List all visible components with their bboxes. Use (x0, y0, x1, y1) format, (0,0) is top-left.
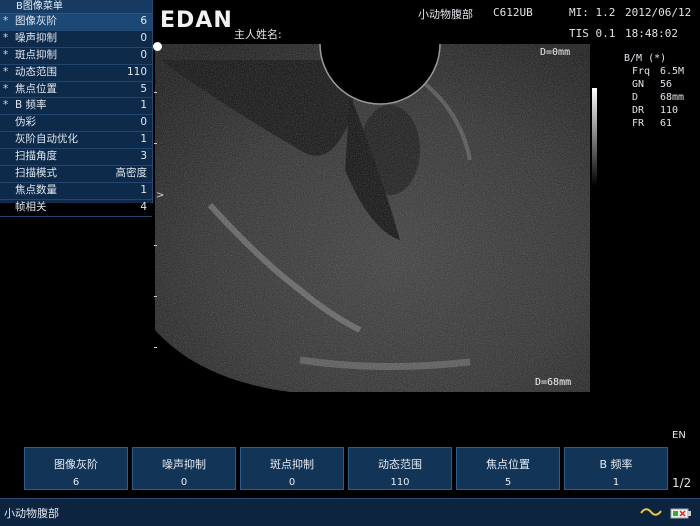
softkey-value: 1 (612, 477, 620, 488)
menu-item-scan-angle[interactable]: 扫描角度 3 (0, 149, 152, 167)
patient-name-label[interactable]: 主人姓名: (234, 26, 282, 42)
menu-item-label: 图像灰阶 (15, 15, 57, 27)
menu-item-label: 动态范围 (15, 65, 57, 78)
menu-mark: * (3, 65, 9, 78)
menu-item-value: 1 (140, 99, 147, 112)
menu-item-dynamic-range[interactable]: * 动态范围 110 (0, 65, 152, 82)
status-bar: 小动物腹部 (0, 498, 700, 526)
menu-item-label: 伪彩 (15, 116, 36, 129)
menu-item-b-frequency[interactable]: * B 频率 1 (0, 98, 152, 116)
softkey-label: 斑点抑制 (270, 458, 314, 471)
menu-item-value: 1 (140, 183, 147, 196)
softkey-value: 6 (72, 477, 80, 488)
imaging-parameters: B/M (*) Frq 6.5M GN 56 D 68mm DR 110 FR … (620, 53, 700, 131)
param-gn: GN 56 (620, 79, 700, 92)
menu-item-gray[interactable]: * 图像灰阶 6 (0, 14, 152, 31)
probe-model: C612UB (493, 6, 533, 19)
menu-item-auto-gray[interactable]: 灰阶自动优化 1 (0, 132, 152, 150)
param-frq: Frq 6.5M (620, 66, 700, 79)
menu-item-label: 焦点数量 (15, 183, 57, 196)
softkey-value: 0 (180, 477, 188, 488)
softkey-gray[interactable]: 图像灰阶 6 (24, 447, 128, 490)
param-key: DR (632, 105, 645, 116)
wave-icon (640, 508, 662, 516)
date: 2012/06/12 (625, 6, 692, 19)
depth-top-label: D=0mm (540, 47, 571, 58)
softkey-label: 焦点位置 (486, 458, 530, 471)
menu-item-label: 斑点抑制 (15, 48, 57, 61)
mi-index: MI: 1.2 (569, 6, 616, 19)
menu-mark: * (3, 31, 9, 44)
softkey-label: B 频率 (599, 458, 633, 471)
softkey-value: 110 (390, 477, 410, 488)
menu-item-speckle[interactable]: * 斑点抑制 0 (0, 48, 152, 65)
menu-item-noise[interactable]: * 噪声抑制 0 (0, 31, 152, 48)
softkey-b-frequency[interactable]: B 频率 1 (564, 447, 668, 490)
menu-item-label: 噪声抑制 (15, 31, 57, 44)
menu-mark: * (3, 82, 9, 95)
orientation-marker (153, 42, 162, 51)
menu-item-value: 5 (140, 82, 147, 95)
menu-title: B图像菜单 (0, 0, 152, 14)
param-value: 110 (660, 105, 679, 116)
menu-item-label: 灰阶自动优化 (15, 133, 78, 146)
menu-item-focus-position[interactable]: * 焦点位置 5 (0, 82, 152, 99)
softkey-noise[interactable]: 噪声抑制 0 (132, 447, 236, 490)
param-value: 6.5M (660, 66, 685, 77)
menu-item-value: 0 (140, 48, 147, 61)
menu-mark: * (3, 15, 9, 27)
param-value: 68mm (660, 92, 685, 103)
param-value: 56 (660, 79, 673, 90)
softkey-value: 0 (288, 477, 296, 488)
param-key: GN (632, 79, 645, 90)
focus-marker: > (156, 190, 165, 201)
menu-item-value: 1 (140, 133, 147, 146)
menu-mark: * (3, 48, 9, 61)
softkey-label: 噪声抑制 (162, 458, 206, 471)
menu-item-value: 3 (140, 150, 147, 163)
param-key: FR (632, 118, 645, 129)
status-exam-label: 小动物腹部 (4, 507, 59, 520)
menu-item-focus-count[interactable]: 焦点数量 1 (0, 183, 152, 200)
menu-item-label: 扫描模式 (15, 167, 57, 180)
depth-bottom-label: D=68mm (535, 377, 572, 388)
menu-item-label: B 频率 (15, 99, 47, 112)
param-key: Frq (632, 66, 651, 77)
softkey-dynamic-range[interactable]: 动态范围 110 (348, 447, 452, 490)
param-d: D 68mm (620, 92, 700, 105)
tis-index: TIS 0.1 (569, 27, 616, 40)
menu-item-scan-mode[interactable]: 扫描模式 高密度 (0, 166, 152, 183)
battery-icon (670, 508, 691, 519)
time: 18:48:02 (625, 27, 678, 40)
softkey-label: 图像灰阶 (54, 458, 98, 471)
param-key: D (632, 92, 639, 103)
imaging-mode: B/M (*) (624, 53, 667, 64)
grayscale-bar (592, 88, 597, 186)
image-menu[interactable]: B图像菜单 * 图像灰阶 6 * 噪声抑制 0 * 斑点抑制 0 * 动态范围 … (0, 0, 153, 217)
menu-item-label: 扫描角度 (15, 150, 57, 163)
menu-item-pseudo-color[interactable]: 伪彩 0 (0, 115, 152, 133)
menu-mark: * (3, 99, 9, 112)
param-dr: DR 110 (620, 105, 700, 118)
softkey-bar: 图像灰阶 6 噪声抑制 0 斑点抑制 0 动态范围 110 焦点位置 5 B 频… (24, 447, 670, 490)
menu-item-value: 6 (140, 15, 147, 27)
page-indicator[interactable]: 1/2 (672, 476, 691, 490)
param-value: 61 (660, 118, 673, 129)
menu-item-label: 焦点位置 (15, 82, 57, 95)
menu-item-value: 高密度 (115, 167, 148, 180)
edan-logo: EDAN (160, 8, 233, 33)
menu-item-value: 110 (126, 65, 147, 78)
param-fr: FR 61 (620, 118, 700, 131)
language-indicator: EN (672, 430, 686, 441)
menu-item-value: 0 (140, 31, 147, 44)
softkey-speckle[interactable]: 斑点抑制 0 (240, 447, 344, 490)
exam-type: 小动物腹部 (418, 8, 473, 21)
menu-item-value: 4 (140, 200, 147, 213)
menu-item-frame-correlation[interactable]: 帧相关 4 (0, 200, 152, 217)
menu-item-value: 0 (140, 116, 147, 129)
softkey-focus-position[interactable]: 焦点位置 5 (456, 447, 560, 490)
menu-item-label: 帧相关 (15, 200, 47, 213)
softkey-value: 5 (504, 477, 512, 488)
softkey-label: 动态范围 (378, 458, 422, 471)
